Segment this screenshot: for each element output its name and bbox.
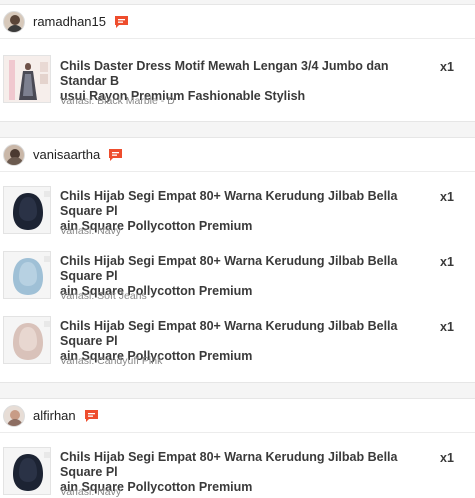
buyer-row: vanisaartha [0, 138, 475, 172]
product-thumbnail[interactable] [3, 316, 51, 364]
buyer-row: alfirhan [0, 399, 475, 433]
product-row[interactable]: Chils Hijab Segi Empat 80+ Warna Kerudun… [0, 184, 475, 244]
quantity: x1 [440, 320, 454, 334]
product-name-line: Chils Hijab Segi Empat 80+ Warna Kerudun… [60, 450, 398, 479]
product-row[interactable]: Chils Hijab Segi Empat 80+ Warna Kerudun… [0, 314, 475, 374]
quantity: x1 [440, 60, 454, 74]
avatar[interactable] [3, 404, 25, 427]
quantity: x1 [440, 255, 454, 269]
quantity: x1 [440, 190, 454, 204]
quantity: x1 [440, 451, 454, 465]
product-thumbnail[interactable] [3, 186, 51, 234]
order-card: vanisaartha Chils Hijab Segi Empat 80+ W… [0, 137, 475, 383]
product-name-line: Chils Daster Dress Motif Mewah Lengan 3/… [60, 59, 389, 88]
avatar[interactable] [3, 143, 25, 166]
product-thumbnail[interactable] [3, 55, 51, 103]
buyer-name[interactable]: vanisaartha [33, 147, 100, 162]
product-thumbnail[interactable] [3, 447, 51, 495]
chat-icon[interactable] [109, 148, 123, 161]
avatar[interactable] [3, 10, 25, 33]
variant-label: Variasi: Candyuff Pink [60, 355, 163, 367]
buyer-row: ramadhan15 [0, 5, 475, 39]
product-name-line: Chils Hijab Segi Empat 80+ Warna Kerudun… [60, 319, 398, 348]
variant-label: Variasi: Soft Jeans [60, 290, 147, 302]
variant-label: Variasi: Navy [60, 486, 122, 498]
variant-label: Variasi: Black Marble - D [60, 95, 175, 107]
product-row[interactable]: Chils Hijab Segi Empat 80+ Warna Kerudun… [0, 249, 475, 309]
product-row[interactable]: Chils Daster Dress Motif Mewah Lengan 3/… [0, 53, 475, 113]
buyer-name[interactable]: alfirhan [33, 408, 76, 423]
variant-label: Variasi: Navy [60, 225, 122, 237]
product-name-line: Chils Hijab Segi Empat 80+ Warna Kerudun… [60, 189, 398, 218]
product-row[interactable]: Chils Hijab Segi Empat 80+ Warna Kerudun… [0, 445, 475, 498]
order-card: alfirhan Chils Hijab Segi Empat 80+ Warn… [0, 398, 475, 498]
order-card: ramadhan15 Chils Daster Dress Motif Mewa… [0, 4, 475, 122]
product-name-line: Chils Hijab Segi Empat 80+ Warna Kerudun… [60, 254, 398, 283]
chat-icon[interactable] [115, 15, 128, 28]
buyer-name[interactable]: ramadhan15 [33, 14, 106, 29]
product-thumbnail[interactable] [3, 251, 51, 299]
chat-icon[interactable] [84, 409, 98, 422]
